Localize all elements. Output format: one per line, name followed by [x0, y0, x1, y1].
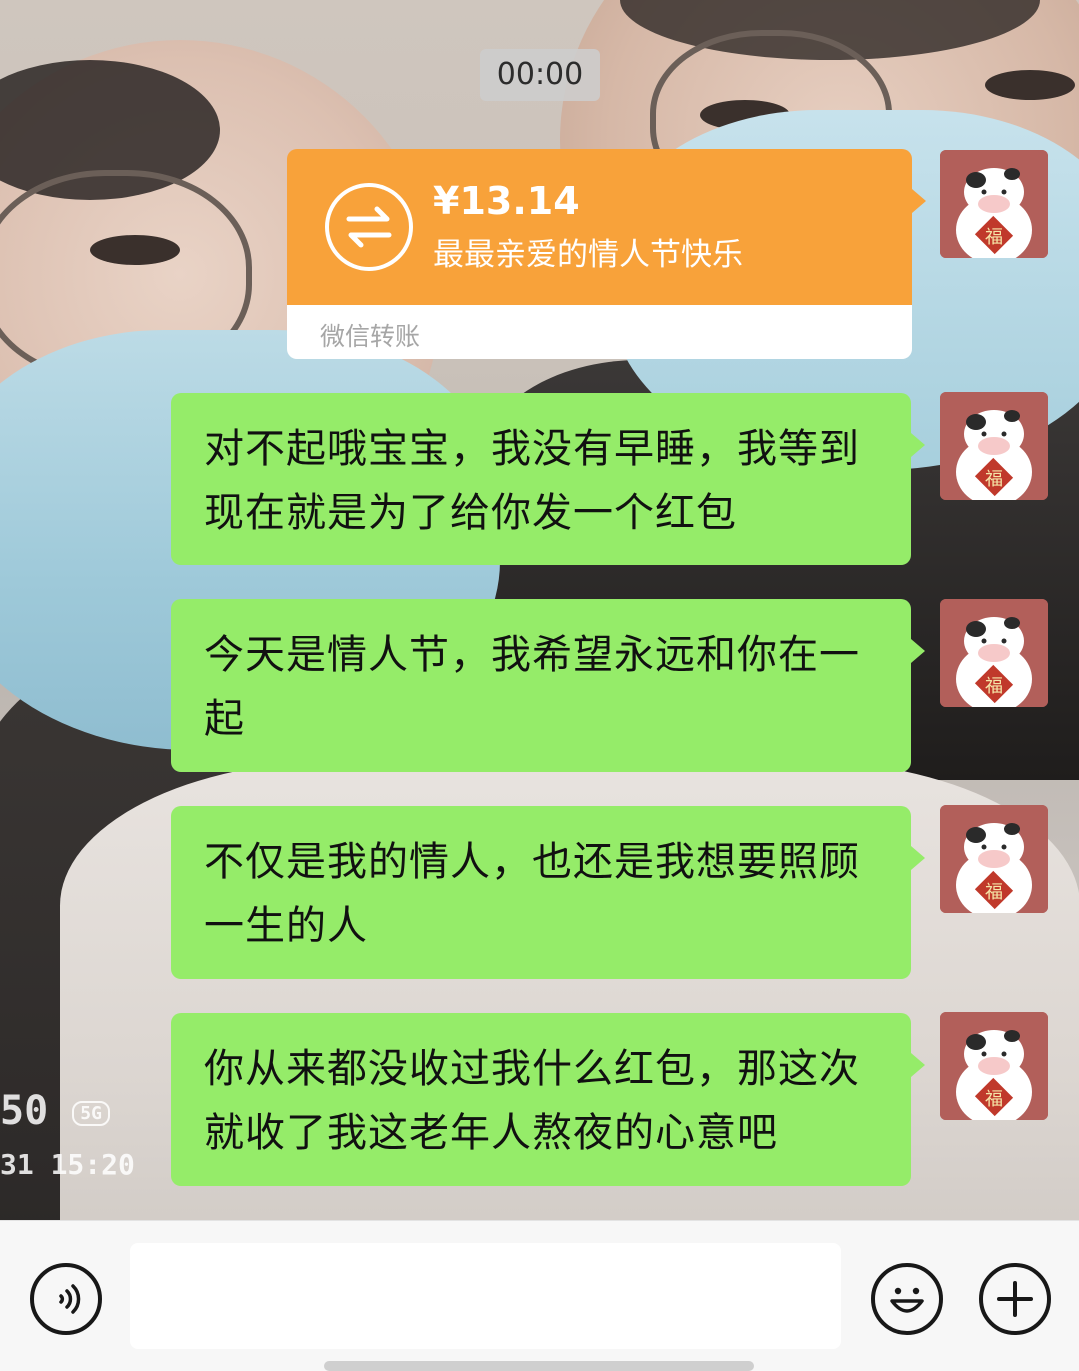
- photo-watermark: 50 5G: [0, 1088, 110, 1134]
- transfer-amount: ¥13.14: [433, 179, 580, 223]
- transfer-note: 最最亲爱的情人节快乐: [433, 237, 743, 273]
- emoji-icon: [890, 1287, 924, 1313]
- sender-avatar[interactable]: 福: [940, 599, 1048, 707]
- more-options-button[interactable]: [979, 1263, 1051, 1335]
- cartoon-cow-fu-avatar-icon: 福: [940, 1012, 1048, 1120]
- chat-input-bar: [0, 1220, 1079, 1371]
- chat-timestamp: 00:00: [480, 49, 600, 101]
- sender-avatar[interactable]: 福: [940, 392, 1048, 500]
- emoji-button[interactable]: [871, 1263, 943, 1335]
- cartoon-cow-fu-avatar-icon: 福: [940, 150, 1048, 258]
- plus-icon: [997, 1281, 1033, 1317]
- chat-message-bubble[interactable]: 今天是情人节，我希望永远和你在一起: [171, 599, 925, 772]
- transfer-arrows-icon: [325, 183, 413, 271]
- voice-button[interactable]: [30, 1263, 102, 1335]
- chat-message-text: 不仅是我的情人，也还是我想要照顾一生的人: [204, 839, 860, 949]
- photo-eye: [985, 70, 1075, 100]
- avatar-fu-glyph: 福: [985, 469, 1003, 490]
- home-indicator[interactable]: [324, 1361, 754, 1371]
- avatar-fu-glyph: 福: [985, 227, 1003, 248]
- photo-watermark-time: 31 15:20: [0, 1148, 135, 1181]
- photo-watermark-badge: 5G: [72, 1100, 110, 1126]
- sender-avatar[interactable]: 福: [940, 150, 1048, 258]
- avatar-fu-glyph: 福: [985, 1089, 1003, 1110]
- transfer-label: 微信转账: [320, 322, 421, 351]
- chat-message-text: 今天是情人节，我希望永远和你在一起: [204, 632, 860, 742]
- sender-avatar[interactable]: 福: [940, 1012, 1048, 1120]
- cartoon-cow-fu-avatar-icon: 福: [940, 392, 1048, 500]
- chat-message-bubble[interactable]: 对不起哦宝宝，我没有早睡，我等到现在就是为了给你发一个红包: [171, 393, 925, 565]
- avatar-fu-glyph: 福: [985, 882, 1003, 903]
- cartoon-cow-fu-avatar-icon: 福: [940, 599, 1048, 707]
- voice-icon: [59, 1284, 81, 1314]
- wechat-transfer-card[interactable]: ¥13.14 最最亲爱的情人节快乐 微信转账: [287, 149, 926, 359]
- message-input[interactable]: [130, 1243, 841, 1349]
- cartoon-cow-fu-avatar-icon: 福: [940, 805, 1048, 913]
- transfer-card-footer: 微信转账: [287, 305, 912, 359]
- chat-message-text: 对不起哦宝宝，我没有早睡，我等到现在就是为了给你发一个红包: [204, 426, 860, 536]
- chat-message-bubble[interactable]: 不仅是我的情人，也还是我想要照顾一生的人: [171, 806, 925, 979]
- sender-avatar[interactable]: 福: [940, 805, 1048, 913]
- transfer-card-header: ¥13.14 最最亲爱的情人节快乐: [287, 149, 926, 305]
- avatar-fu-glyph: 福: [985, 676, 1003, 697]
- chat-message-text: 你从来都没收过我什么红包，那这次就收了我这老年人熬夜的心意吧: [204, 1046, 860, 1156]
- chat-message-bubble[interactable]: 你从来都没收过我什么红包，那这次就收了我这老年人熬夜的心意吧: [171, 1013, 925, 1186]
